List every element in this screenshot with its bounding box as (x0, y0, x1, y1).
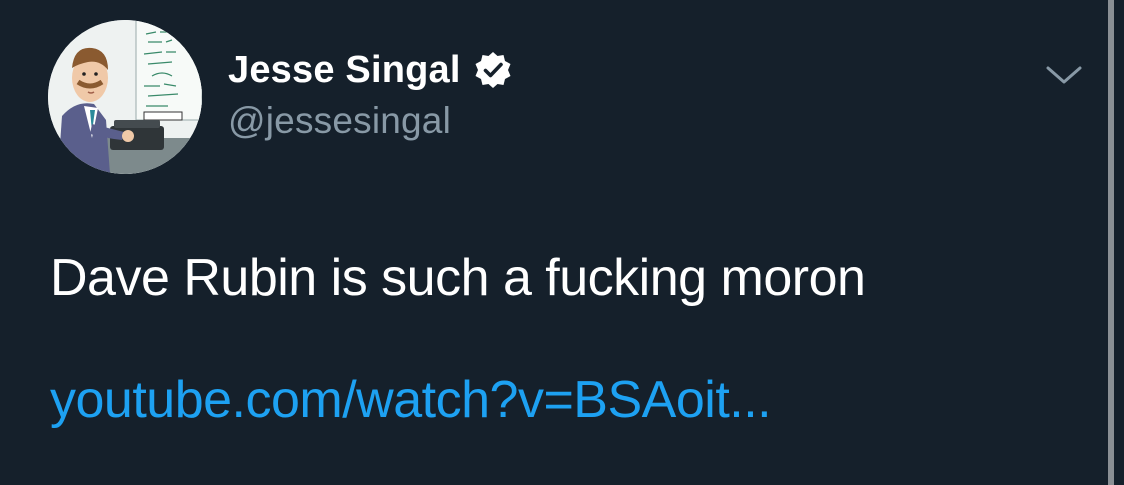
author-display-name[interactable]: Jesse Singal (228, 49, 461, 92)
avatar-illustration (48, 20, 202, 174)
tweet: Jesse Singal @jessesingal Dave Rubin is … (0, 0, 1124, 485)
tweet-link[interactable]: youtube.com/watch?v=BSAoit... (50, 370, 772, 430)
verified-badge-icon (473, 50, 513, 90)
author-name-row[interactable]: Jesse Singal (228, 44, 513, 96)
tweet-text: Dave Rubin is such a fucking moron (50, 249, 866, 307)
author-handle[interactable]: @jessesingal (228, 100, 451, 142)
chevron-down-icon[interactable] (1044, 60, 1084, 90)
scrollbar[interactable] (1108, 0, 1114, 485)
author-avatar[interactable] (48, 20, 202, 174)
